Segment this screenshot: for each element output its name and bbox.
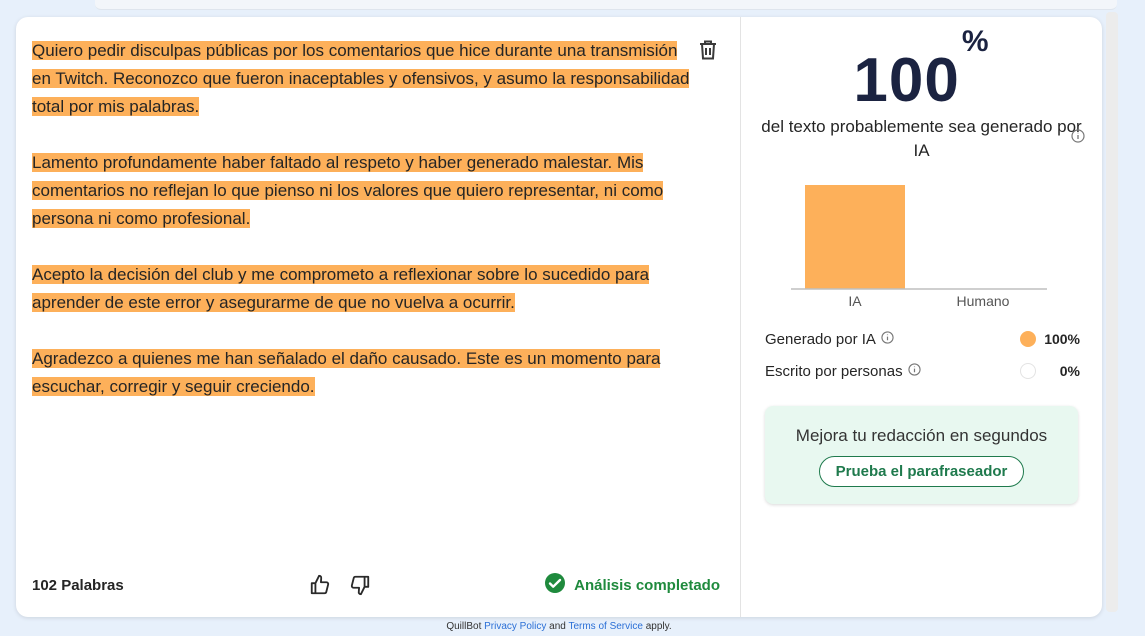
result-pane: 100% del texto probablemente sea generad… xyxy=(741,17,1102,617)
check-circle-icon xyxy=(544,572,566,599)
terms-of-service-link[interactable]: Terms of Service xyxy=(568,621,642,632)
paragraph: Quiero pedir disculpas públicas por los … xyxy=(32,41,690,116)
tick-label: Humano xyxy=(957,293,1010,309)
bar-ia xyxy=(805,185,905,289)
promo-title: Mejora tu redacción en segundos xyxy=(795,426,1048,445)
paragraph: Lamento profundamente haber faltado al r… xyxy=(32,153,664,228)
page-scrollbar[interactable] xyxy=(1106,12,1118,612)
ai-human-bar-chart: IA Humano xyxy=(791,185,1047,309)
breakdown-value: 0% xyxy=(1059,363,1080,379)
breakdown-row-human: Escrito por personas 0% xyxy=(765,362,1080,380)
percentage-caption: del texto probablemente sea generado por… xyxy=(761,117,1082,160)
legal-footer: QuillBot Privacy Policy and Terms of Ser… xyxy=(446,621,672,632)
info-icon[interactable] xyxy=(1071,129,1085,148)
paraphraser-promo: Mejora tu redacción en segundos Prueba e… xyxy=(765,406,1078,504)
breakdown-row-ai: Generado por IA 100% xyxy=(765,330,1080,348)
editor-footer: 102 Palabras Análisis completado xyxy=(32,570,720,600)
top-tab-strip xyxy=(95,0,1117,10)
ai-percentage: 100% xyxy=(853,25,990,115)
editor-pane: Quiero pedir disculpas públicas por los … xyxy=(16,17,741,617)
legend-dot-human xyxy=(1020,363,1036,379)
word-count: 102 Palabras xyxy=(32,576,124,594)
paragraph: Agradezco a quienes me han señalado el d… xyxy=(32,349,661,396)
thumbs-down-icon[interactable] xyxy=(347,572,373,598)
editor-text-area[interactable]: Quiero pedir disculpas públicas por los … xyxy=(32,37,692,429)
feedback-buttons xyxy=(307,572,373,598)
breakdown-list: Generado por IA 100% Escrito por persona… xyxy=(765,323,1080,387)
ai-detector-card: Quiero pedir disculpas públicas por los … xyxy=(16,17,1102,617)
breakdown-value: 100% xyxy=(1044,331,1080,347)
info-icon[interactable] xyxy=(907,362,921,380)
tick-label: IA xyxy=(848,293,862,309)
analysis-status: Análisis completado xyxy=(544,572,720,599)
status-text: Análisis completado xyxy=(574,576,720,594)
try-paraphraser-button[interactable]: Prueba el parafraseador xyxy=(818,456,1025,487)
legend-dot-ai xyxy=(1020,331,1036,347)
info-icon[interactable] xyxy=(881,330,894,348)
paragraph: Acepto la decisión del club y me comprom… xyxy=(32,265,650,312)
thumbs-up-icon[interactable] xyxy=(307,572,333,598)
trash-icon[interactable] xyxy=(697,39,719,61)
privacy-policy-link[interactable]: Privacy Policy xyxy=(484,621,546,632)
